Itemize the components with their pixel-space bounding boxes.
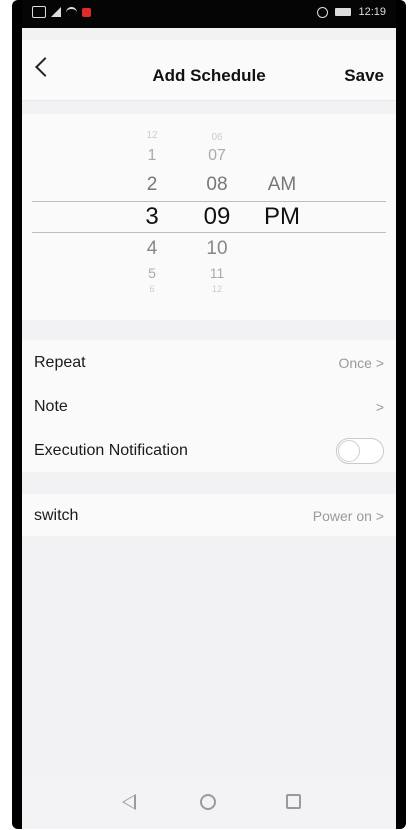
minute-option[interactable]: 07: [192, 147, 242, 165]
time-picker[interactable]: 12 1 2 3 4 5 6 06 07 08 09 10 11 12 AM P…: [22, 114, 396, 320]
alarm-icon: [317, 6, 329, 18]
minute-option[interactable]: 10: [192, 238, 242, 260]
switch-value: Power on >: [312, 508, 384, 524]
ampm-option-selected[interactable]: PM: [252, 203, 312, 231]
note-row[interactable]: Note >: [22, 386, 396, 426]
action-group: switch Power on >: [22, 494, 396, 536]
status-right-icons: 12:19: [317, 6, 386, 18]
status-bar: 12:19: [22, 0, 396, 28]
settings-group: Repeat Once > Note > Execution Notificat…: [22, 340, 396, 472]
minute-option[interactable]: 12: [192, 284, 242, 294]
sim-icon: [32, 6, 46, 18]
repeat-row[interactable]: Repeat Once >: [22, 342, 396, 382]
switch-row[interactable]: switch Power on >: [22, 495, 396, 535]
status-left-icons: [32, 6, 91, 18]
repeat-value: Once >: [338, 355, 384, 371]
nav-home-icon[interactable]: [200, 794, 216, 810]
minute-option[interactable]: 08: [192, 174, 242, 196]
notification-icon: [82, 7, 91, 17]
signal-icon: [51, 7, 61, 17]
hour-option[interactable]: 1: [132, 147, 172, 165]
minute-option-selected[interactable]: 09: [192, 203, 242, 231]
minute-option[interactable]: 11: [192, 265, 242, 281]
hour-option-selected[interactable]: 3: [132, 203, 172, 231]
hour-option[interactable]: 6: [132, 284, 172, 294]
execution-notification-label: Execution Notification: [34, 442, 188, 459]
phone-frame: 12:19 Add Schedule Save 12 1 2 3 4 5 6 0…: [12, 0, 406, 829]
toggle-knob: [338, 440, 360, 462]
battery-icon: [335, 8, 352, 16]
repeat-label: Repeat: [34, 354, 86, 371]
status-time: 12:19: [358, 6, 386, 18]
hour-option[interactable]: 12: [132, 130, 172, 141]
wifi-icon: [66, 6, 77, 18]
save-button[interactable]: Save: [344, 66, 384, 86]
note-chevron: >: [375, 399, 384, 415]
switch-label: switch: [34, 507, 79, 524]
nav-recent-apps-icon[interactable]: [286, 794, 301, 809]
execution-notification-row: Execution Notification: [22, 430, 396, 470]
app-header: Add Schedule Save: [22, 40, 396, 101]
ampm-option[interactable]: AM: [252, 174, 312, 196]
picker-selection-line-top: [32, 201, 386, 202]
page-title: Add Schedule: [152, 66, 266, 85]
minute-option[interactable]: 06: [192, 132, 242, 143]
system-nav-bar: [22, 778, 396, 829]
nav-back-icon[interactable]: [122, 794, 136, 810]
note-label: Note: [34, 398, 68, 415]
hour-option[interactable]: 5: [132, 265, 172, 281]
hour-option[interactable]: 2: [132, 174, 172, 196]
picker-selection-line-bottom: [32, 232, 386, 233]
app-screen: 12:19 Add Schedule Save 12 1 2 3 4 5 6 0…: [22, 0, 396, 829]
execution-notification-toggle[interactable]: [336, 438, 384, 464]
hour-option[interactable]: 4: [132, 238, 172, 260]
